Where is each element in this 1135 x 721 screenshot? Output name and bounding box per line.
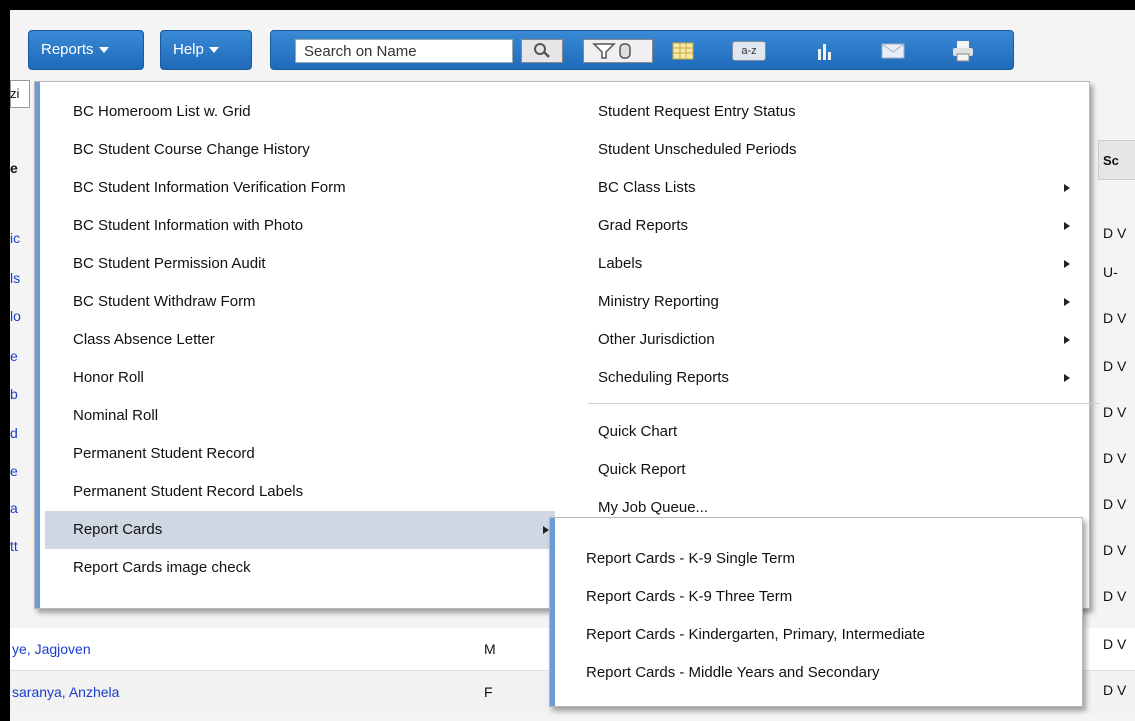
table-fragment: e — [10, 160, 18, 176]
email-button[interactable] — [877, 39, 909, 63]
menu-item[interactable]: Ministry Reporting — [588, 283, 1078, 321]
menu-item[interactable]: Report Cards image check — [45, 549, 555, 587]
submenu-item[interactable]: Report Cards - Kindergarten, Primary, In… — [562, 616, 1072, 654]
menu-item[interactable]: Scheduling Reports — [588, 359, 1078, 397]
table-fragment[interactable]: e — [10, 348, 18, 364]
menu-item[interactable]: BC Student Course Change History — [45, 131, 555, 169]
column-header[interactable]: Sc — [1103, 153, 1119, 168]
sort-az-icon: a-z — [732, 41, 766, 61]
reports-menu-button[interactable]: Reports — [28, 30, 144, 70]
menu-item[interactable]: BC Student Information Verification Form — [45, 169, 555, 207]
envelope-icon — [881, 43, 905, 59]
table-fragment[interactable]: a — [10, 500, 18, 516]
gender-cell: M — [484, 641, 496, 657]
menu-item[interactable]: Nominal Roll — [45, 397, 555, 435]
table-fragment[interactable]: tt — [10, 538, 18, 554]
chevron-right-icon — [1064, 222, 1070, 230]
toolbar: a-z — [270, 30, 1014, 70]
menu-item[interactable]: BC Class Lists — [588, 169, 1078, 207]
menu-item[interactable]: BC Student Permission Audit — [45, 245, 555, 283]
chevron-right-icon — [1064, 374, 1070, 382]
menu-accent-bar — [550, 518, 555, 706]
menu-item[interactable]: BC Student Information with Photo — [45, 207, 555, 245]
menu-item[interactable]: Quick Report — [588, 451, 1078, 489]
submenu-item[interactable]: Report Cards - K-9 Single Term — [562, 540, 1072, 578]
menu-item[interactable]: BC Student Withdraw Form — [45, 283, 555, 321]
filter-icon — [592, 43, 631, 59]
chevron-right-icon — [1064, 184, 1070, 192]
table-cell: D V — [1103, 310, 1127, 326]
table-cell: D V — [1103, 636, 1127, 652]
app-window: Reports Help a-z — [10, 10, 1135, 721]
reports-label: Reports — [41, 41, 94, 58]
search-input[interactable] — [295, 39, 513, 63]
menu-item[interactable]: Honor Roll — [45, 359, 555, 397]
menu-item[interactable]: Student Request Entry Status — [588, 93, 1078, 131]
chevron-right-icon — [1064, 260, 1070, 268]
submenu-item[interactable]: Report Cards - K-9 Three Term — [562, 578, 1072, 616]
chevron-down-icon — [98, 47, 109, 54]
chevron-right-icon — [1064, 336, 1070, 344]
student-name-link[interactable]: ye, Jagjoven — [12, 641, 91, 657]
menu-item[interactable]: Quick Chart — [588, 413, 1078, 451]
table-cell: D V — [1103, 404, 1127, 420]
grid-view-button[interactable] — [669, 39, 697, 63]
table-fragment[interactable]: d — [10, 425, 18, 441]
menu-item[interactable]: Permanent Student Record Labels — [45, 473, 555, 511]
table-cell: D V — [1103, 496, 1127, 512]
menu-item[interactable]: Grad Reports — [588, 207, 1078, 245]
filter-button[interactable] — [583, 39, 653, 63]
menu-accent-bar — [35, 82, 40, 608]
table-fragment[interactable]: ls — [10, 270, 20, 286]
search-icon — [534, 43, 550, 58]
menu-item[interactable]: Other Jurisdiction — [588, 321, 1078, 359]
student-name-link[interactable]: saranya, Anzhela — [12, 684, 119, 700]
help-label: Help — [173, 41, 204, 58]
menu-item-report-cards[interactable]: Report Cards — [45, 511, 555, 549]
search-button[interactable] — [521, 39, 563, 63]
chart-button[interactable] — [811, 39, 839, 63]
table-cell: U- — [1103, 264, 1118, 280]
table-cell: D V — [1103, 358, 1127, 374]
grid-icon — [672, 42, 694, 60]
table-cell: D V — [1103, 225, 1127, 241]
print-button[interactable] — [947, 39, 979, 63]
chevron-right-icon — [1064, 298, 1070, 306]
chevron-down-icon — [208, 47, 219, 54]
help-menu-button[interactable]: Help — [160, 30, 252, 70]
menu-separator — [588, 403, 1100, 404]
menu-item[interactable]: Class Absence Letter — [45, 321, 555, 359]
menu-item[interactable]: Permanent Student Record — [45, 435, 555, 473]
table-cell: D V — [1103, 588, 1127, 604]
table-fragment[interactable]: ic — [10, 230, 20, 246]
table-fragment[interactable]: e — [10, 463, 18, 479]
menu-item[interactable]: Labels — [588, 245, 1078, 283]
gender-cell: F — [484, 684, 493, 700]
bar-chart-icon — [818, 44, 831, 60]
table-cell: D V — [1103, 682, 1127, 698]
table-cell: D V — [1103, 542, 1127, 558]
sort-button[interactable]: a-z — [731, 39, 767, 63]
printer-icon — [953, 41, 973, 62]
table-cell: D V — [1103, 450, 1127, 466]
table-fragment: zi — [10, 86, 20, 101]
menu-item[interactable]: BC Homeroom List w. Grid — [45, 93, 555, 131]
table-fragment[interactable]: b — [10, 386, 18, 402]
report-cards-submenu: Report Cards - K-9 Single Term Report Ca… — [549, 517, 1083, 707]
submenu-item[interactable]: Report Cards - Middle Years and Secondar… — [562, 654, 1072, 692]
menu-item[interactable]: Student Unscheduled Periods — [588, 131, 1078, 169]
table-fragment[interactable]: lo — [10, 308, 21, 324]
